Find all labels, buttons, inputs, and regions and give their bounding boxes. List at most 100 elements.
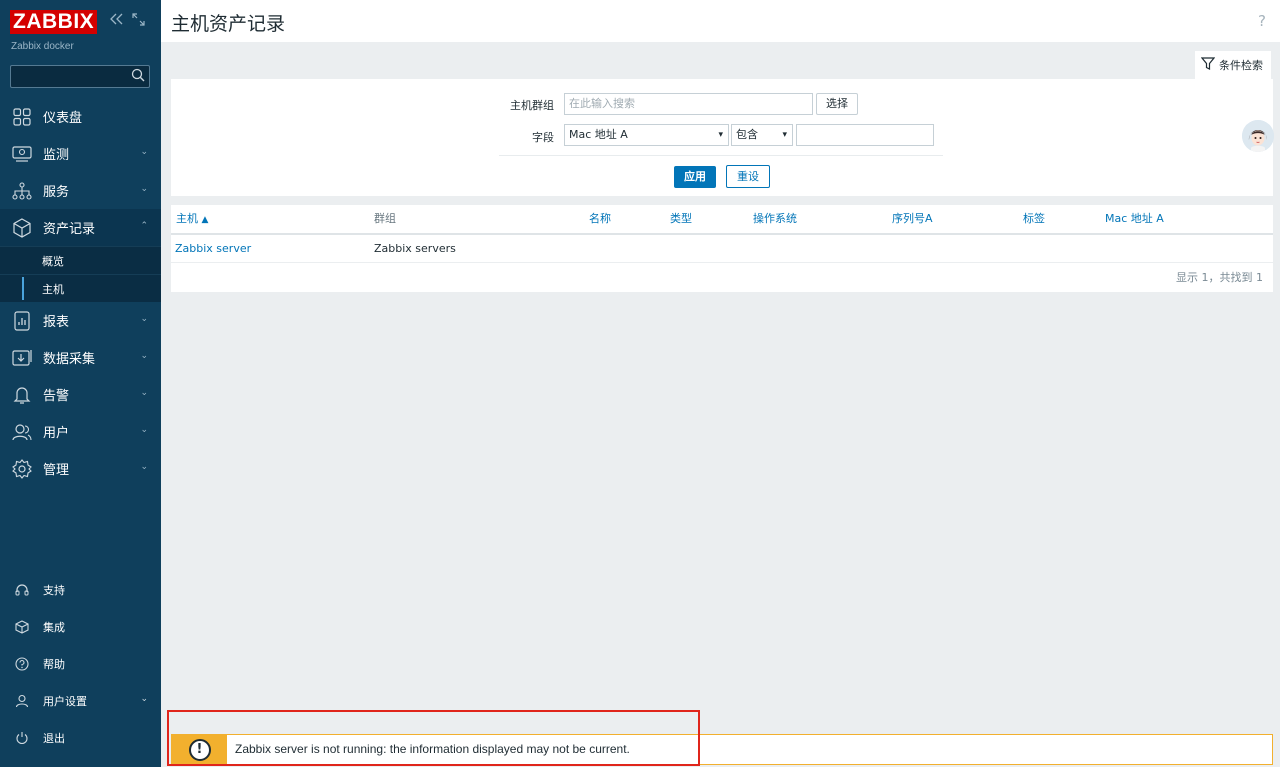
menu-item-data-collection[interactable]: 数据采集 ⌄ — [0, 339, 161, 376]
help-circle-icon — [14, 656, 30, 672]
chevron-down-icon: ⌄ — [140, 462, 148, 472]
menu-label: 监测 — [43, 148, 70, 163]
highlight-annotation-box — [167, 710, 700, 766]
paging-info: 显示 1，共找到 1 — [1176, 271, 1263, 284]
group-cell: Zabbix servers — [374, 242, 456, 255]
submenu-item-hosts[interactable]: 主机 — [0, 274, 161, 302]
field-select-value: Mac 地址 A — [569, 128, 628, 141]
chevron-down-icon: ⌄ — [140, 425, 148, 435]
select-button[interactable]: 选择 — [816, 93, 858, 115]
reset-button[interactable]: 重设 — [726, 165, 770, 188]
submenu-item-overview[interactable]: 概览 — [0, 246, 161, 274]
column-header-os[interactable]: 操作系统 — [753, 205, 797, 233]
column-header-mac-a[interactable]: Mac 地址 A — [1105, 205, 1164, 233]
host-link[interactable]: Zabbix server — [175, 235, 251, 263]
inventory-table: 主机 ▲ 群组 名称 类型 操作系统 序列号A 标签 Mac 地址 A Zabb… — [171, 205, 1273, 292]
apply-button[interactable]: 应用 — [674, 166, 716, 188]
reports-icon — [12, 310, 32, 331]
page-header: 主机资产记录 ? — [161, 0, 1280, 42]
services-icon — [12, 181, 32, 201]
chevron-down-icon: ⌄ — [140, 388, 148, 398]
column-header-tag[interactable]: 标签 — [1023, 205, 1045, 233]
menu-label: 支持 — [43, 583, 65, 597]
gear-icon — [12, 458, 32, 479]
menu-label: 告警 — [43, 389, 70, 404]
inventory-submenu: 概览 主机 — [0, 246, 161, 302]
host-group-input[interactable]: 在此输入搜索 — [564, 93, 813, 115]
menu-label: 用户 — [43, 426, 70, 441]
chevron-down-icon: ⌄ — [140, 184, 148, 194]
menu-label: 仪表盘 — [43, 111, 83, 126]
menu-item-user-settings[interactable]: 用户设置 ⌄ — [0, 682, 161, 719]
operator-select[interactable]: 包含 ▾ — [731, 124, 793, 146]
bell-icon — [12, 385, 32, 405]
chevron-up-icon: ⌃ — [140, 221, 148, 231]
chevron-down-icon: ⌄ — [140, 351, 148, 361]
operator-select-value: 包含 — [736, 128, 758, 141]
chevron-down-icon: ▾ — [782, 130, 787, 140]
filter-tab-label: 条件检索 — [1219, 59, 1263, 72]
column-header-name[interactable]: 名称 — [589, 205, 611, 233]
menu-label: 资产记录 — [43, 222, 96, 237]
kiosk-icon[interactable] — [132, 13, 145, 30]
menu-item-support[interactable]: 支持 — [0, 571, 161, 608]
sidebar-search-input[interactable] — [10, 65, 150, 88]
dashboard-icon — [12, 107, 32, 127]
field-value-input[interactable] — [796, 124, 934, 146]
menu-item-services[interactable]: 服务 ⌄ — [0, 172, 161, 209]
integrations-icon — [14, 619, 30, 635]
help-icon[interactable]: ? — [1258, 12, 1266, 30]
row-divider — [171, 262, 1273, 263]
field-select[interactable]: Mac 地址 A ▾ — [564, 124, 729, 146]
sort-ascending-icon: ▲ — [201, 215, 209, 225]
field-label: 字段 — [532, 131, 554, 144]
menu-item-users[interactable]: 用户 ⌄ — [0, 413, 161, 450]
inventory-icon — [12, 217, 32, 238]
chevron-down-icon: ⌄ — [140, 694, 148, 704]
chevron-down-icon: ⌄ — [140, 314, 148, 324]
menu-item-help[interactable]: 帮助 — [0, 645, 161, 682]
chevron-down-icon: ▾ — [718, 130, 723, 140]
filter-tab[interactable]: 条件检索 — [1195, 51, 1271, 79]
host-group-label: 主机群组 — [510, 99, 554, 112]
chevron-down-icon: ⌄ — [140, 147, 148, 157]
menu-item-dashboard[interactable]: 仪表盘 — [0, 98, 161, 135]
column-header-host[interactable]: 主机 ▲ — [176, 205, 208, 233]
menu-label: 退出 — [43, 731, 65, 745]
menu-label: 报表 — [43, 315, 70, 330]
collapse-icon[interactable] — [110, 13, 124, 29]
sidebar: ZABBIX Zabbix docker 仪表盘 监测 ⌄ 服务 ⌄ 资产记录 … — [0, 0, 161, 767]
menu-item-reports[interactable]: 报表 ⌄ — [0, 302, 161, 339]
menu-item-integrations[interactable]: 集成 — [0, 608, 161, 645]
menu-label: 用户设置 — [43, 694, 87, 708]
filter-panel: 主机群组 在此输入搜索 选择 字段 Mac 地址 A ▾ 包含 ▾ 应用 重设 — [171, 79, 1273, 196]
power-icon — [14, 730, 30, 746]
menu-label: 管理 — [43, 463, 70, 478]
monitoring-icon — [12, 144, 32, 164]
user-icon — [14, 693, 30, 709]
zabbix-logo[interactable]: ZABBIX — [10, 10, 98, 34]
bottom-menu: 支持 集成 帮助 用户设置 ⌄ 退出 — [0, 571, 161, 756]
server-name: Zabbix docker — [11, 41, 74, 52]
menu-item-inventory[interactable]: 资产记录 ⌃ — [0, 209, 161, 246]
menu-item-monitoring[interactable]: 监测 ⌄ — [0, 135, 161, 172]
table-header-divider — [171, 233, 1273, 235]
menu-label: 数据采集 — [43, 352, 96, 367]
menu-item-administration[interactable]: 管理 ⌄ — [0, 450, 161, 487]
users-icon — [12, 422, 32, 442]
menu-label: 集成 — [43, 620, 65, 634]
assistant-avatar[interactable] — [1242, 120, 1274, 152]
search-icon[interactable] — [131, 68, 145, 85]
column-header-group: 群组 — [374, 212, 396, 225]
column-header-type[interactable]: 类型 — [670, 205, 692, 233]
logo-row: ZABBIX — [10, 10, 98, 34]
menu-item-signout[interactable]: 退出 — [0, 719, 161, 756]
menu-item-alerts[interactable]: 告警 ⌄ — [0, 376, 161, 413]
filter-icon — [1200, 57, 1216, 73]
filter-divider — [499, 155, 943, 156]
page-title: 主机资产记录 — [171, 13, 286, 35]
column-header-serial-a[interactable]: 序列号A — [892, 205, 933, 233]
headset-icon — [14, 582, 30, 598]
column-label: 主机 — [176, 212, 198, 225]
menu-label: 帮助 — [43, 657, 65, 671]
